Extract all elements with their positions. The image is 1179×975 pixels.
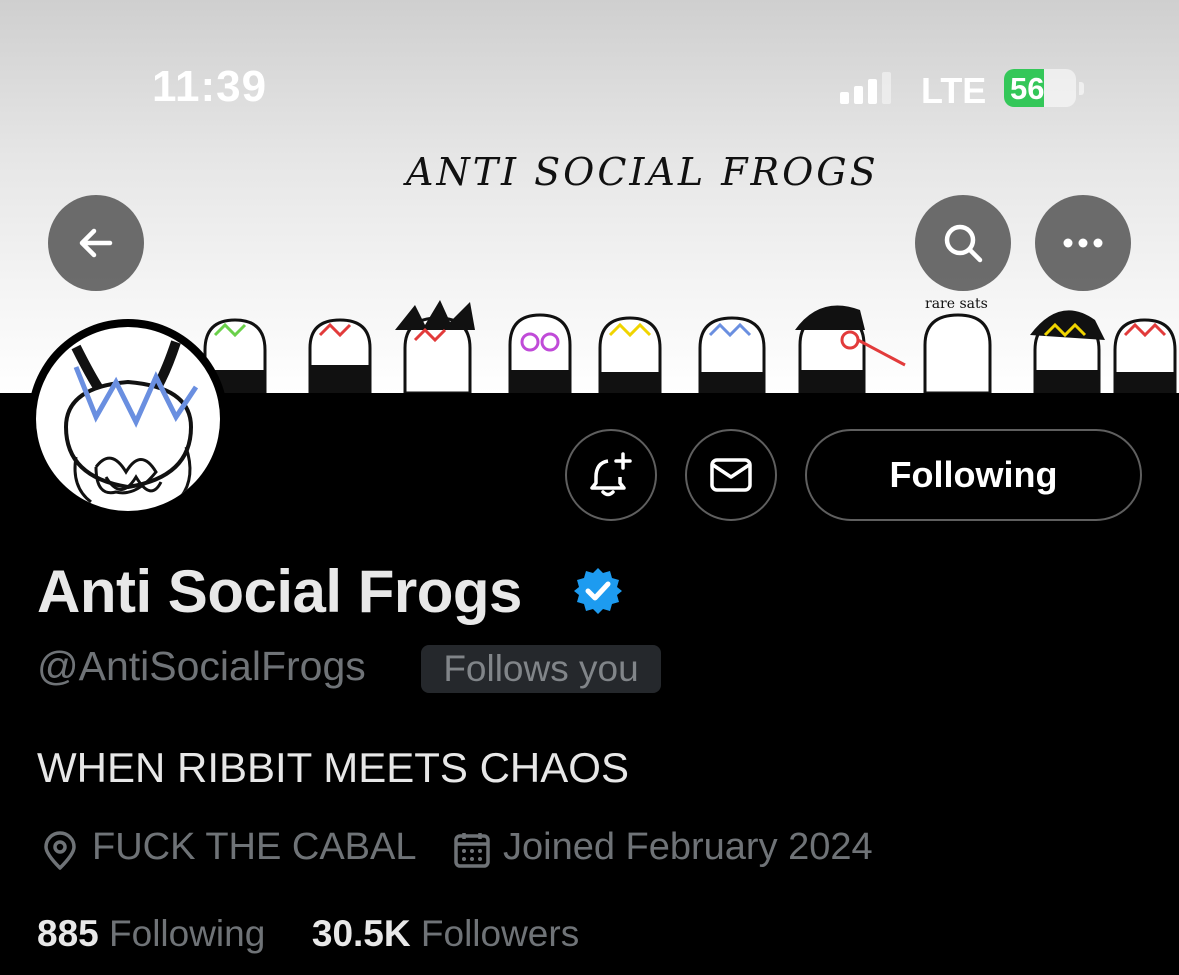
followers-link[interactable]: 30.5K Followers [312,913,579,954]
bio: WHEN RIBBIT MEETS CHAOS [37,744,629,791]
verified-badge-icon[interactable] [572,565,624,617]
calendar-icon [454,833,490,868]
follows-you-badge: Follows you [421,645,661,693]
search-button[interactable] [915,195,1011,291]
battery-level: 56 [1010,71,1045,106]
network-type: LTE [921,70,987,111]
display-name: Anti Social Frogs [37,558,522,625]
message-button[interactable] [685,429,777,521]
location-text: FUCK THE CABAL [92,826,417,868]
battery-cap [1079,82,1084,95]
followers-label: Followers [420,913,580,954]
avatar-image [36,327,220,511]
following-button[interactable]: Following [805,429,1142,521]
battery-icon: 56 [1004,69,1076,107]
avatar[interactable] [28,319,228,519]
location-pin-icon [44,831,76,870]
followers-count: 30.5K [311,913,411,954]
more-options-button[interactable] [1035,195,1131,291]
following-count: 885 [37,913,99,954]
search-icon [944,224,983,263]
signal-strength-icon [840,72,891,104]
more-horizontal-icon [1063,238,1103,248]
following-label: Following [109,913,266,954]
notifications-button[interactable] [565,429,657,521]
handle: @AntiSocialFrogs [37,643,366,689]
banner-caption: rare sats [925,296,988,312]
banner-frog-illustrations: rare sats [203,296,1177,393]
bell-plus-icon [590,452,632,497]
follow-stats: 885 Following 30.5K Followers [37,913,579,955]
following-link[interactable]: 885 Following [37,913,265,954]
joined-date: Joined February 2024 [503,826,873,868]
arrow-left-icon [79,228,113,258]
banner-title: ANTI SOCIAL FROGS [406,150,879,194]
back-button[interactable] [48,195,144,291]
status-time: 11:39 [152,62,268,111]
envelope-icon [710,458,752,492]
